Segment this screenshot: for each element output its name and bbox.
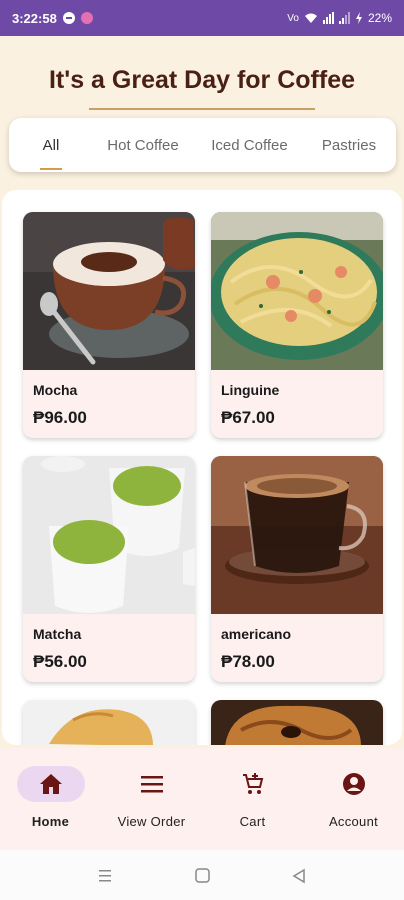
product-price: ₱67.00 (221, 408, 275, 427)
nav-cart[interactable]: Cart (202, 766, 303, 829)
nav-label: Account (328, 814, 379, 829)
status-bar: 3:22:58 Vo 22% (0, 0, 404, 36)
nav-view-order[interactable]: View Order (101, 766, 202, 829)
nav-label: View Order (117, 814, 186, 829)
matcha-photo (23, 456, 195, 614)
tab-pastries[interactable]: Pastries (314, 137, 384, 154)
nav-label: Home (31, 814, 70, 829)
nav-label: Cart (239, 814, 266, 829)
product-card-mocha[interactable]: Mocha ₱96.00 (23, 212, 195, 438)
product-card-americano[interactable]: americano ₱78.00 (211, 456, 383, 682)
product-card-pastry[interactable] (211, 700, 383, 745)
menu-icon (140, 776, 163, 793)
signal-icon-2 (338, 12, 350, 24)
product-price: ₱56.00 (33, 652, 87, 671)
product-price: ₱78.00 (221, 652, 275, 671)
app-notification-icon (80, 12, 93, 24)
product-name: Matcha (33, 626, 82, 642)
tab-iced-coffee[interactable]: Iced Coffee (207, 137, 292, 154)
nav-icon-wrap (118, 766, 186, 802)
pastry-photo (211, 700, 383, 745)
product-card-croissant[interactable] (23, 700, 195, 745)
product-grid: Mocha ₱96.00 Linguine ₱67.00 Matcha ₱56.… (2, 190, 402, 745)
nav-icon-wrap (320, 766, 388, 802)
tab-all[interactable]: All (40, 136, 62, 170)
tab-label: Iced Coffee (211, 136, 288, 154)
nav-icon-wrap (219, 766, 287, 802)
battery-icon (355, 12, 362, 24)
tab-label: Hot Coffee (107, 136, 179, 154)
croissant-photo (23, 700, 195, 745)
product-card-matcha[interactable]: Matcha ₱56.00 (23, 456, 195, 682)
battery-percent: 22% (367, 11, 392, 25)
tab-label: All (42, 136, 60, 154)
tab-hot-coffee[interactable]: Hot Coffee (103, 137, 183, 154)
home-system-icon[interactable] (193, 868, 211, 884)
product-price: ₱96.00 (33, 408, 87, 427)
wifi-icon (304, 13, 317, 23)
signal-icon (322, 12, 334, 24)
home-icon (39, 774, 62, 794)
account-icon (342, 773, 365, 795)
product-name: americano (221, 626, 292, 642)
recent-apps-icon[interactable] (96, 868, 114, 884)
category-tabs: All Hot Coffee Iced Coffee Pastries (9, 118, 396, 172)
product-name: Mocha (33, 382, 78, 398)
product-card-linguine[interactable]: Linguine ₱67.00 (211, 212, 383, 438)
cart-icon (242, 773, 263, 794)
bottom-nav: Home View Order Cart Account (0, 748, 404, 850)
americano-photo (211, 456, 383, 614)
messenger-icon (62, 12, 75, 24)
title-divider (89, 108, 315, 110)
linguine-photo (211, 212, 383, 370)
tab-active-indicator (40, 167, 62, 170)
network-label: Vo (287, 12, 299, 24)
product-name: Linguine (221, 382, 280, 398)
back-icon[interactable] (290, 868, 308, 884)
system-nav-bar (0, 850, 404, 900)
nav-account[interactable]: Account (303, 766, 404, 829)
mocha-photo (23, 212, 195, 370)
status-time: 3:22:58 (12, 10, 57, 26)
tab-label: Pastries (321, 136, 377, 154)
nav-home-indicator (16, 766, 85, 802)
nav-home[interactable]: Home (0, 766, 101, 829)
page-title: It's a Great Day for Coffee (48, 66, 356, 94)
